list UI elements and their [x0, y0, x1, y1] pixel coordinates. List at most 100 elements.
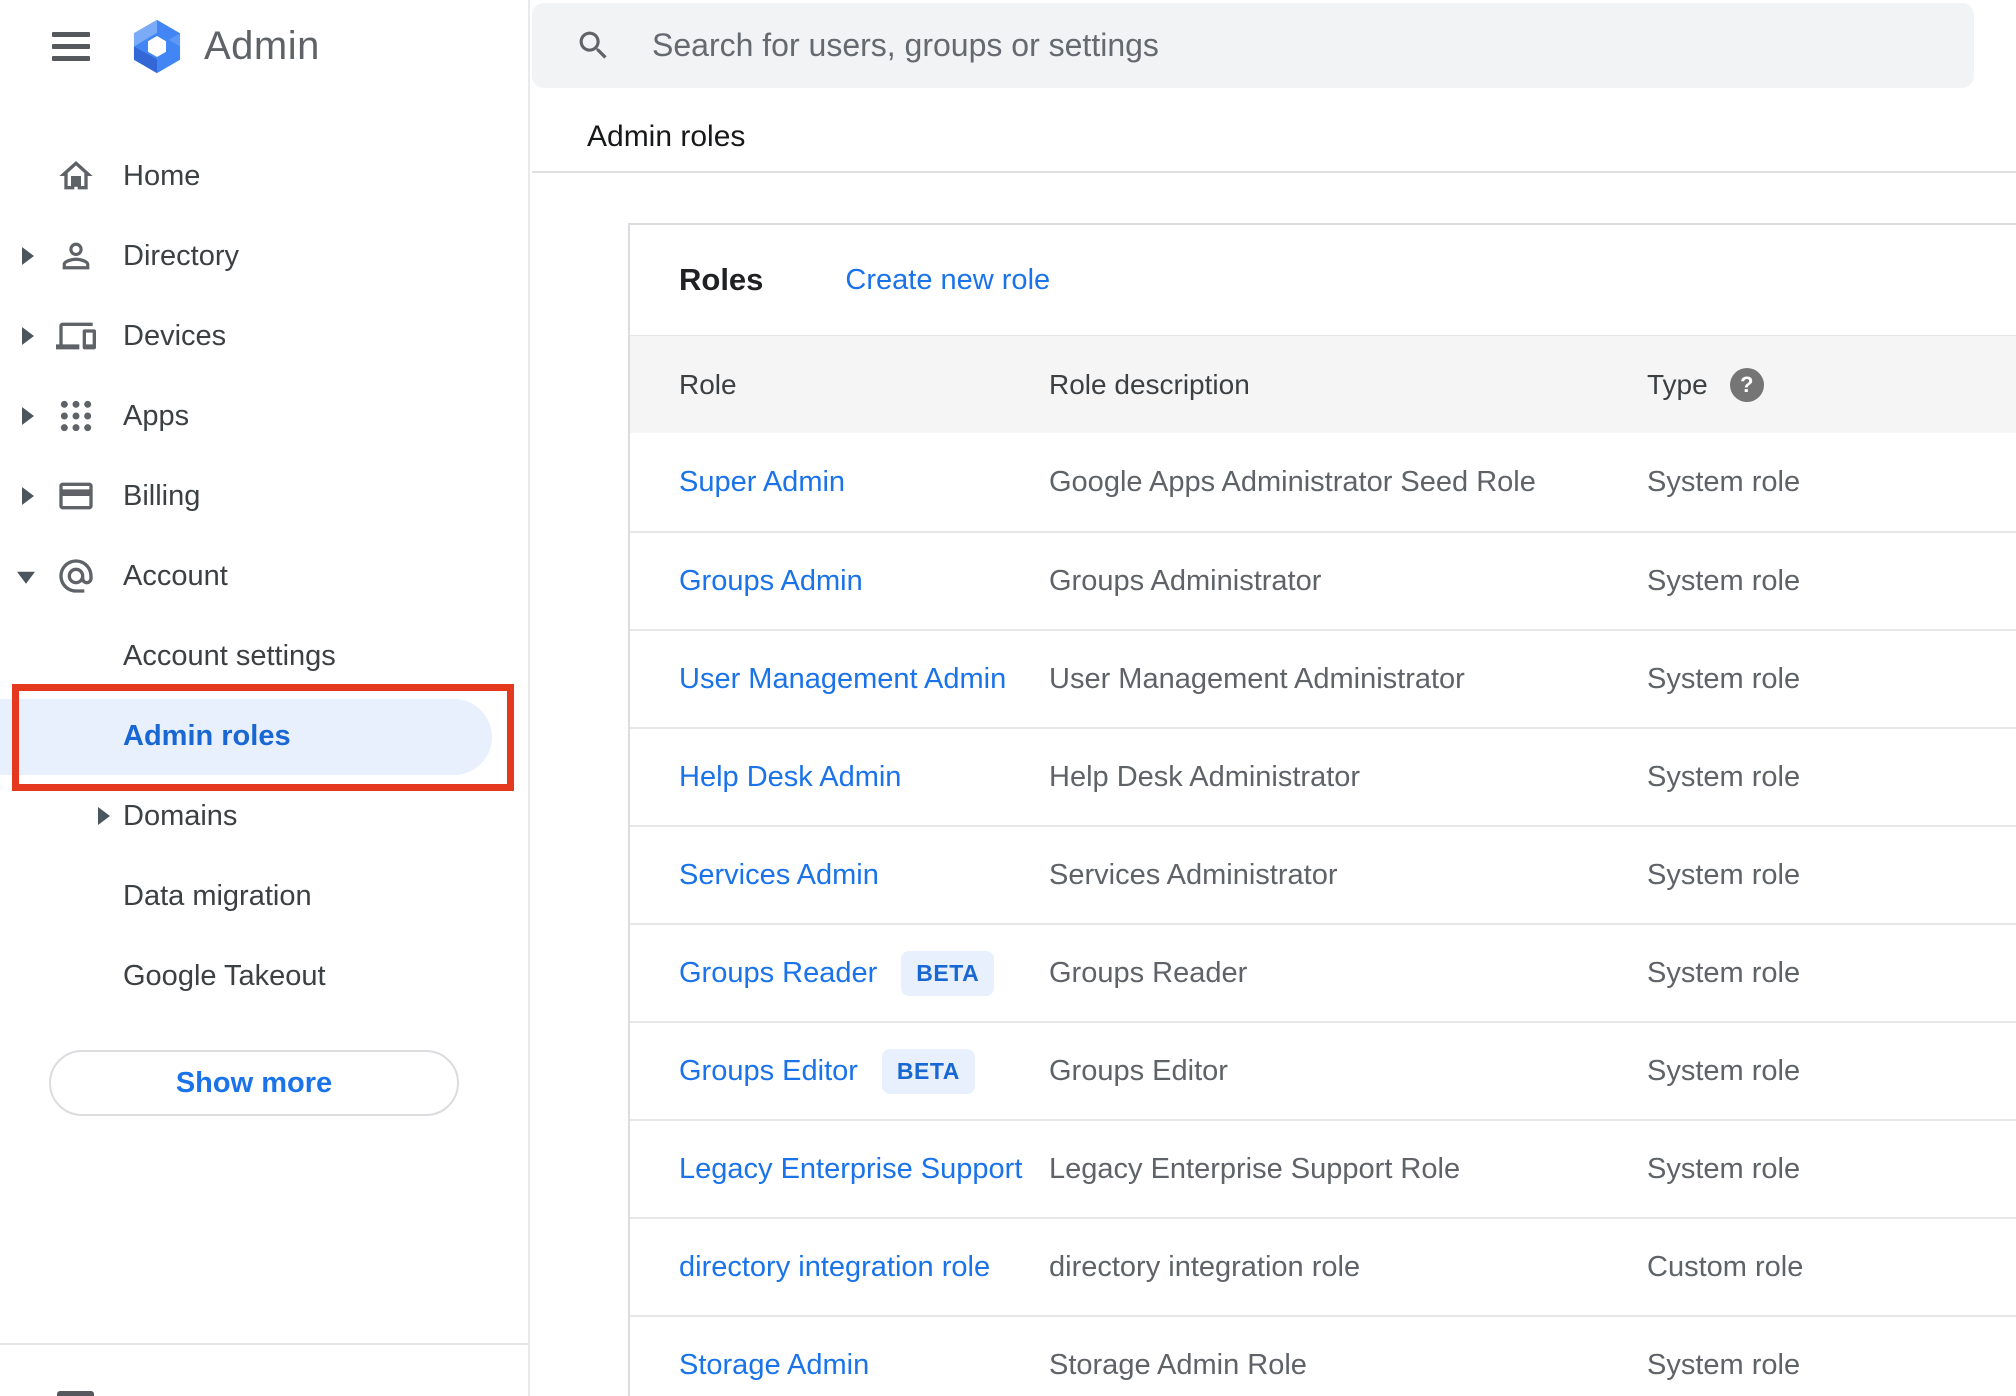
role-type: System role [1647, 760, 1801, 793]
chevron-right-icon[interactable] [98, 807, 110, 825]
role-link[interactable]: Groups Reader [679, 957, 877, 990]
table-row: Super Admin Google Apps Administrator Se… [630, 433, 2016, 531]
person-icon [55, 235, 97, 277]
role-description: Groups Reader [1049, 956, 1248, 989]
chevron-right-icon[interactable] [22, 407, 34, 425]
role-type: System role [1647, 465, 1801, 498]
table-row: Help Desk Admin Help Desk Administrator … [630, 727, 2016, 825]
table-row: Legacy Enterprise Support Legacy Enterpr… [630, 1119, 2016, 1217]
roles-table-body: Super Admin Google Apps Administrator Se… [630, 433, 2016, 1396]
search-placeholder: Search for users, groups or settings [652, 27, 1159, 63]
column-header-description: Role description [1049, 368, 1250, 400]
sidebar-footer-divider [0, 1343, 528, 1345]
sidebar-item-account-settings[interactable]: Account settings [0, 616, 528, 696]
sidebar-item-directory[interactable]: Directory [0, 216, 528, 296]
main-area: Search for users, groups or settings Adm… [530, 0, 2016, 1396]
column-header-type-label: Type [1647, 368, 1708, 400]
table-row: User Management Admin User Management Ad… [630, 629, 2016, 727]
table-row: Services Admin Services Administrator Sy… [630, 825, 2016, 923]
role-description: Help Desk Administrator [1049, 760, 1361, 793]
search-icon[interactable] [575, 27, 612, 64]
role-description: Services Administrator [1049, 858, 1338, 891]
role-link[interactable]: Help Desk Admin [679, 761, 901, 794]
role-type: System role [1647, 662, 1801, 695]
sidebar-item-devices[interactable]: Devices [0, 296, 528, 376]
sidebar-item-domains[interactable]: Domains [0, 776, 528, 856]
credit-card-icon [55, 475, 97, 517]
role-link[interactable]: Super Admin [679, 466, 845, 499]
role-cell: Storage Admin [679, 1349, 1049, 1382]
sidebar-item-label: Google Takeout [123, 959, 326, 992]
role-cell: Groups Admin [679, 565, 1049, 598]
role-cell: User Management Admin [679, 663, 1049, 696]
sidebar-item-label: Home [123, 159, 201, 192]
sidebar-item-label: Domains [123, 799, 238, 832]
role-type: System role [1647, 858, 1801, 891]
divider [532, 171, 2016, 173]
role-link[interactable]: Groups Editor [679, 1055, 858, 1088]
role-description: Google Apps Administrator Seed Role [1049, 465, 1536, 498]
column-header-type: Type ? [1647, 367, 2016, 402]
role-link[interactable]: Services Admin [679, 859, 879, 892]
sidebar-item-google-takeout[interactable]: Google Takeout [0, 936, 528, 1016]
help-icon[interactable]: ? [1729, 367, 1764, 402]
sidebar-item-home[interactable]: Home [0, 136, 528, 216]
sidebar-nav: Home Directory Devices Apps Billing Acco… [0, 92, 528, 1116]
role-cell: Groups Editor BETA [679, 1048, 1049, 1094]
home-icon [55, 155, 97, 197]
devices-icon [55, 315, 97, 357]
column-header-role: Role [679, 368, 737, 400]
partial-footer-icon [57, 1391, 94, 1396]
breadcrumb: Admin roles [587, 120, 746, 153]
sidebar-item-apps[interactable]: Apps [0, 376, 528, 456]
sidebar-item-label: Data migration [123, 879, 312, 912]
role-cell: Legacy Enterprise Support [679, 1153, 1049, 1186]
role-link[interactable]: Storage Admin [679, 1349, 869, 1382]
at-email-icon [55, 555, 97, 597]
role-type: System role [1647, 956, 1801, 989]
sidebar-item-label: Account [123, 559, 228, 592]
role-type: System role [1647, 1152, 1801, 1185]
create-new-role-link[interactable]: Create new role [845, 264, 1050, 297]
chevron-down-icon[interactable] [17, 571, 35, 584]
sidebar-item-billing[interactable]: Billing [0, 456, 528, 536]
table-row: Groups Reader BETA Groups Reader System … [630, 923, 2016, 1021]
show-more-button[interactable]: Show more [49, 1050, 459, 1116]
table-row: directory integration role directory int… [630, 1217, 2016, 1315]
role-cell: Super Admin [679, 466, 1049, 499]
chevron-right-icon[interactable] [22, 247, 34, 265]
sidebar-item-account[interactable]: Account [0, 536, 528, 616]
hamburger-menu-icon[interactable] [52, 31, 90, 61]
table-header-row: Role Role description Type ? [630, 335, 2016, 433]
search-bar[interactable]: Search for users, groups or settings [532, 3, 1974, 88]
role-description: directory integration role [1049, 1250, 1361, 1283]
chevron-right-icon[interactable] [22, 327, 34, 345]
sidebar-item-label: Apps [123, 399, 190, 432]
role-description: Legacy Enterprise Support Role [1049, 1152, 1461, 1185]
sidebar: Admin Home Directory Devices Apps Billin… [0, 0, 530, 1396]
sidebar-item-label: Devices [123, 319, 227, 352]
role-link[interactable]: directory integration role [679, 1251, 990, 1284]
role-type: System role [1647, 1054, 1801, 1087]
sidebar-item-admin-roles[interactable]: Admin roles [0, 696, 528, 776]
sidebar-item-data-migration[interactable]: Data migration [0, 856, 528, 936]
sidebar-item-label: Admin roles [123, 719, 291, 752]
table-row: Groups Admin Groups Administrator System… [630, 531, 2016, 629]
roles-title: Roles [679, 262, 764, 297]
admin-logo-icon [133, 19, 181, 73]
beta-badge: BETA [901, 950, 995, 996]
role-link[interactable]: Groups Admin [679, 565, 863, 598]
app-title: Admin [204, 23, 320, 68]
roles-panel-header: Roles Create new role [630, 225, 2016, 335]
role-type: Custom role [1647, 1250, 1804, 1283]
sidebar-item-label: Billing [123, 479, 201, 512]
beta-badge: BETA [881, 1048, 975, 1094]
chevron-right-icon[interactable] [22, 487, 34, 505]
role-description: Groups Editor [1049, 1054, 1228, 1087]
role-cell: directory integration role [679, 1251, 1049, 1284]
role-link[interactable]: User Management Admin [679, 663, 1006, 696]
role-description: Groups Administrator [1049, 564, 1322, 597]
table-row: Storage Admin Storage Admin Role System … [630, 1315, 2016, 1396]
table-row: Groups Editor BETA Groups Editor System … [630, 1021, 2016, 1119]
role-link[interactable]: Legacy Enterprise Support [679, 1153, 1022, 1186]
